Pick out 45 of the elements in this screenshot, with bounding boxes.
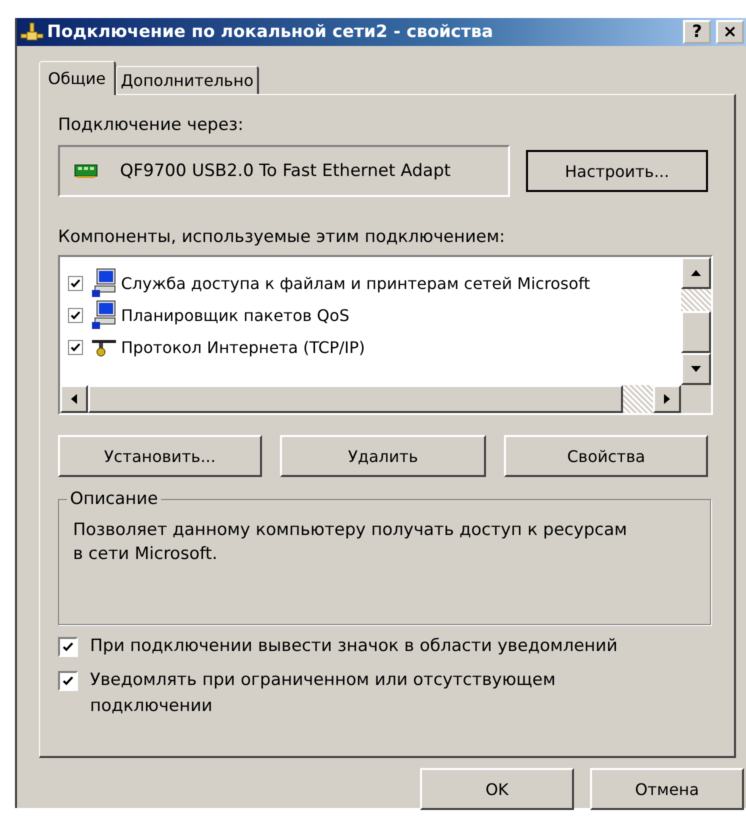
checkmark-icon (70, 310, 81, 320)
computer-icon (91, 268, 117, 298)
dialog-button[interactable]: OK (420, 768, 574, 810)
scroll-thumb[interactable] (88, 385, 623, 413)
checkbox[interactable] (58, 671, 78, 691)
vertical-scrollbar[interactable] (681, 257, 711, 385)
computer-icon (91, 300, 117, 330)
scrollbar-corner (681, 385, 711, 413)
checkbox[interactable] (58, 637, 78, 657)
scroll-track[interactable] (681, 289, 711, 311)
window-title: Подключение по локальной сети2 - свойства (47, 22, 494, 42)
checkbox[interactable] (68, 308, 83, 322)
checkbox[interactable] (68, 340, 83, 354)
component-action-button[interactable]: Свойства (504, 435, 708, 477)
network-card-icon (74, 163, 100, 179)
tab[interactable]: Общие (39, 61, 116, 95)
connect-using-label: Подключение через: (58, 115, 244, 135)
network-protocol-icon (91, 337, 117, 357)
component-name[interactable]: Планировщик пакетов QoS (121, 306, 350, 324)
horizontal-scrollbar[interactable] (60, 385, 711, 413)
close-button[interactable]: × (716, 20, 744, 44)
up-arrow-icon[interactable] (690, 269, 702, 277)
components-label: Компоненты, используемые этим подключением: (58, 227, 506, 247)
adapter-field: QF9700 USB2.0 To Fast Ethernet Adapt (58, 145, 510, 197)
checkmark-icon (62, 641, 74, 653)
right-arrow-icon[interactable] (663, 393, 671, 405)
dialog-button[interactable]: Отмена (590, 768, 744, 810)
configure-button[interactable]: Настроить... (526, 150, 708, 192)
down-arrow-icon[interactable] (690, 365, 702, 373)
component-name[interactable]: Протокол Интернета (TCP/IP) (121, 338, 366, 356)
component-action-button[interactable]: Установить... (58, 435, 262, 477)
component-action-button[interactable]: Удалить (280, 435, 486, 477)
component-name[interactable]: Служба доступа к файлам и принтерам сетей Microsoft (121, 274, 590, 292)
scroll-thumb[interactable] (681, 311, 711, 353)
help-button[interactable]: ? (683, 20, 711, 44)
network-icon (19, 22, 45, 42)
description-text: Позволяет данному компьютеру получать доступ к ресурсам в сети Microsoft. (73, 519, 628, 566)
checkmark-icon (70, 342, 81, 352)
checkbox[interactable] (68, 276, 83, 290)
option-label[interactable]: Уведомлять при ограниченном или отсутствующем подключении (90, 667, 650, 719)
option-label[interactable]: При подключении вывести значок в области уведомлений (90, 633, 650, 659)
tab[interactable]: Дополнительно (116, 66, 260, 94)
checkmark-icon (62, 675, 74, 687)
checkmark-icon (70, 278, 81, 288)
left-arrow-icon[interactable] (70, 393, 78, 405)
